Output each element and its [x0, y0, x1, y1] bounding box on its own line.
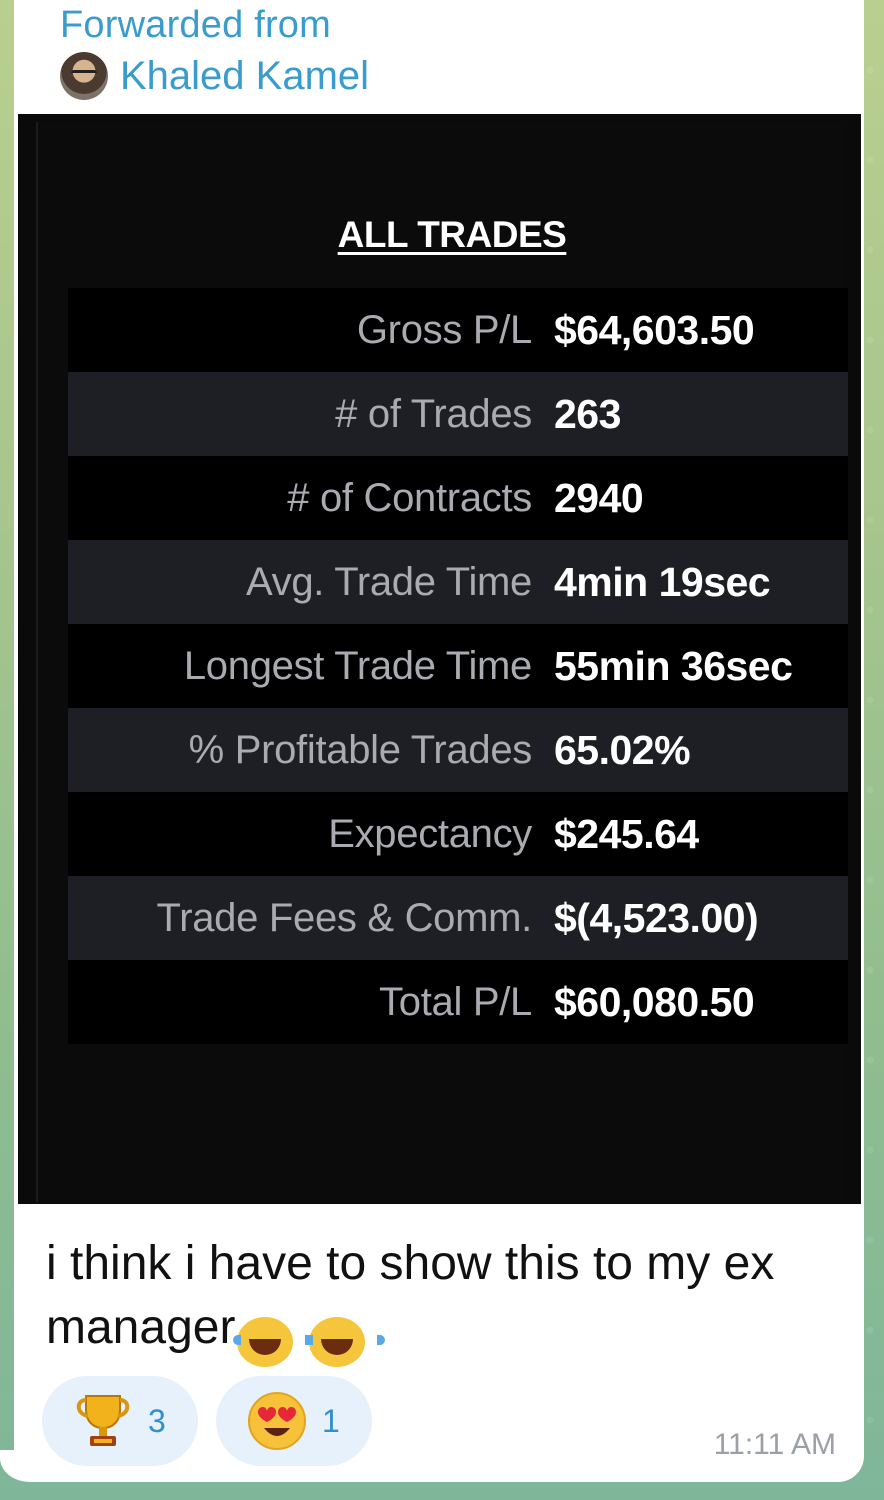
- sender-name[interactable]: Khaled Kamel: [120, 54, 369, 99]
- row-label: Gross P/L: [356, 307, 532, 352]
- table-row: Longest Trade Time 55min 36sec: [68, 624, 848, 708]
- avatar[interactable]: [60, 52, 108, 100]
- panel-title: ALL TRADES: [337, 214, 567, 255]
- message-body: i think i have to show this to my ex man…: [46, 1237, 775, 1354]
- row-label: % Profitable Trades: [188, 727, 533, 772]
- row-label: # of Trades: [335, 391, 532, 436]
- reaction-heart-eyes[interactable]: 1: [216, 1376, 372, 1466]
- row-value: 263: [554, 390, 621, 437]
- reaction-count: 1: [322, 1402, 340, 1439]
- tears-of-joy-emoji-icon: 😂: [233, 1317, 314, 1367]
- row-value: $60,080.50: [554, 978, 755, 1025]
- reaction-count: 3: [148, 1402, 166, 1439]
- row-value: $245.64: [554, 810, 699, 857]
- reactions-bar: 3 1: [42, 1376, 372, 1466]
- row-label: Avg. Trade Time: [245, 559, 532, 604]
- forwarded-sender[interactable]: Khaled Kamel: [60, 52, 369, 100]
- table-row: # of Trades 263: [68, 372, 848, 456]
- reaction-trophy[interactable]: 3: [42, 1376, 198, 1466]
- row-value: 55min 36sec: [554, 642, 793, 689]
- forwarded-label: Forwarded from: [60, 4, 331, 46]
- message-text: i think i have to show this to my ex man…: [46, 1232, 846, 1367]
- row-value: 2940: [554, 474, 644, 521]
- table-row: % Profitable Trades 65.02%: [68, 708, 848, 792]
- row-value: $(4,523.00): [554, 894, 759, 941]
- row-value: 4min 19sec: [554, 558, 771, 605]
- row-label: Longest Trade Time: [183, 643, 532, 688]
- table-row: # of Contracts 2940: [68, 456, 848, 540]
- stats-table: Gross P/L $64,603.50 # of Trades 263 # o…: [68, 288, 848, 1044]
- row-label: Trade Fees & Comm.: [156, 895, 533, 940]
- row-label: Total P/L: [379, 979, 532, 1024]
- table-row: Trade Fees & Comm. $(4,523.00): [68, 876, 848, 960]
- table-row: Gross P/L $64,603.50: [68, 288, 848, 372]
- trade-stats-panel: ALL TRADES Gross P/L $64,603.50 # of Tra…: [36, 122, 848, 1202]
- row-label: Expectancy: [328, 811, 532, 856]
- tears-of-joy-emoji-icon: 😂: [304, 1317, 385, 1367]
- trophy-icon: [72, 1390, 134, 1452]
- table-row: Expectancy $245.64: [68, 792, 848, 876]
- message-timestamp: 11:11 AM: [713, 1428, 836, 1461]
- row-label: # of Contracts: [287, 475, 532, 520]
- row-value: 65.02%: [554, 726, 691, 773]
- table-row: Total P/L $60,080.50: [68, 960, 848, 1044]
- row-value: $64,603.50: [554, 306, 755, 353]
- table-row: Avg. Trade Time 4min 19sec: [68, 540, 848, 624]
- heart-eyes-icon: [246, 1390, 308, 1452]
- photo-attachment[interactable]: ALL TRADES Gross P/L $64,603.50 # of Tra…: [18, 114, 861, 1204]
